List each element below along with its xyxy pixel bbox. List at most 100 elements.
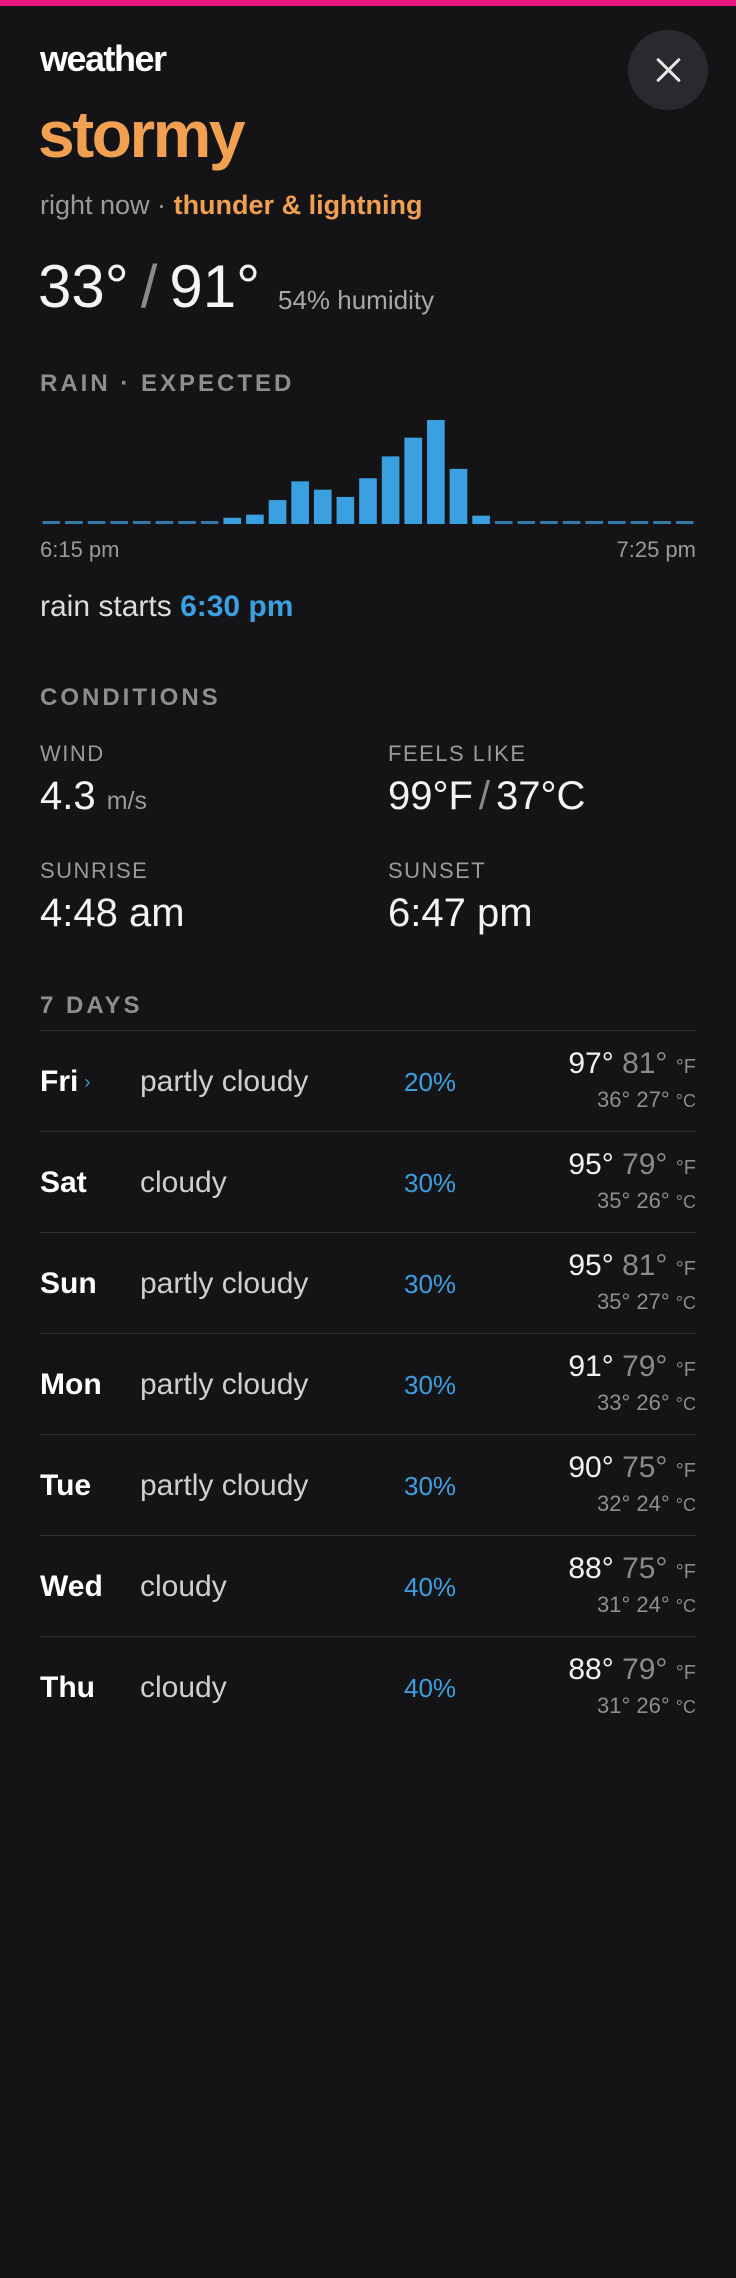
- forecast-row[interactable]: Sun partly cloudy 30% 95° 81° °F 35° 27°…: [40, 1232, 696, 1333]
- app-title: weather: [40, 38, 167, 79]
- forecast-precip-chance: 20%: [404, 1067, 457, 1097]
- rain-bar-empty: [540, 521, 558, 524]
- sunset-label: SUNSET: [388, 858, 487, 883]
- forecast-condition: cloudy: [140, 1166, 227, 1199]
- forecast-precip-chance: 30%: [404, 1370, 457, 1400]
- rain-start-label: 6:15 pm: [40, 537, 120, 562]
- rain-bar-empty: [653, 521, 671, 524]
- forecast-temps-c: 31° 26° °C: [597, 1693, 696, 1719]
- forecast-temps-f: 95° 81° °F: [568, 1249, 696, 1283]
- forecast-high-c: 35°: [596, 1188, 631, 1213]
- rain-bar: [336, 496, 355, 524]
- rain-bar-empty: [517, 521, 536, 524]
- forecast-high-c: 32°: [596, 1491, 631, 1516]
- forecast-low-c: 26°: [636, 1693, 670, 1718]
- forecast-unit-c: °C: [675, 1697, 696, 1717]
- forecast-temps-c: 33° 26° °C: [597, 1390, 696, 1416]
- forecast-row[interactable]: Thu cloudy 40% 88° 79° °F 31° 26° °C: [40, 1636, 696, 1737]
- forecast-day: Thu: [40, 1671, 95, 1704]
- forecast-section-title: 7 DAYS: [40, 992, 143, 1019]
- forecast-low-c: 27°: [636, 1289, 670, 1314]
- forecast-row[interactable]: Mon partly cloudy 30% 91° 79° °F 33° 26°…: [40, 1333, 696, 1434]
- forecast-condition: partly cloudy: [140, 1267, 309, 1300]
- forecast-unit-f: °F: [675, 1157, 696, 1179]
- forecast-temps-f: 90° 75° °F: [568, 1451, 696, 1485]
- rain-bar-empty: [110, 521, 128, 524]
- forecast-condition: partly cloudy: [140, 1469, 309, 1502]
- forecast-high-c: 36°: [596, 1087, 631, 1112]
- rain-bar: [291, 481, 309, 524]
- forecast-temps-f: 88° 75° °F: [568, 1552, 696, 1586]
- rain-end-label: 7:25 pm: [616, 537, 697, 562]
- rain-bar-empty: [585, 521, 604, 524]
- rain-chart: [42, 420, 694, 524]
- rain-starts-prefix: rain starts: [40, 590, 172, 623]
- rain-starts-time: 6:30 pm: [180, 590, 294, 623]
- forecast-precip-chance: 40%: [404, 1673, 457, 1703]
- forecast-high-c: 35°: [596, 1289, 631, 1314]
- forecast-unit-c: °C: [675, 1192, 696, 1212]
- forecast-high-f: 88°: [568, 1552, 614, 1585]
- feels-like-value: 99°F/37°C: [388, 774, 585, 819]
- forecast-high-f: 95°: [568, 1249, 614, 1282]
- forecast-low-f: 75°: [622, 1451, 668, 1484]
- rain-section-title: RAIN · EXPECTED: [40, 370, 295, 397]
- forecast-row[interactable]: Wed cloudy 40% 88° 75° °F 31° 24° °C: [40, 1535, 696, 1636]
- rain-bar: [404, 437, 423, 524]
- forecast-row[interactable]: Fri › partly cloudy 20% 97° 81° °F 36° 27…: [40, 1030, 696, 1131]
- rain-bar: [268, 500, 287, 524]
- forecast-unit-c: °C: [675, 1091, 696, 1111]
- rain-starts: rain starts 6:30 pm: [40, 590, 293, 624]
- rain-bar-empty: [42, 521, 61, 524]
- forecast-precip-chance: 30%: [404, 1269, 457, 1299]
- forecast-low-c: 26°: [636, 1188, 670, 1213]
- forecast-unit-f: °F: [675, 1561, 696, 1583]
- rain-bar-empty: [155, 521, 174, 524]
- rain-bar-empty: [675, 521, 694, 524]
- rain-bar: [472, 515, 490, 524]
- close-button[interactable]: [628, 30, 708, 110]
- forecast-temps-c: 32° 24° °C: [597, 1491, 696, 1517]
- feels-like-label: FEELS LIKE: [388, 741, 527, 766]
- forecast-low-f: 79°: [622, 1148, 668, 1181]
- forecast-high-f: 91°: [568, 1350, 614, 1383]
- forecast-unit-f: °F: [675, 1056, 696, 1078]
- forecast-low-c: 26°: [636, 1390, 670, 1415]
- temp-fahrenheit: 91°: [169, 253, 261, 320]
- forecast-unit-c: °C: [675, 1394, 696, 1414]
- forecast-unit-c: °C: [675, 1596, 696, 1616]
- forecast-row[interactable]: Sat cloudy 30% 95° 79° °F 35° 26° °C: [40, 1131, 696, 1232]
- forecast-unit-c: °C: [675, 1293, 696, 1313]
- forecast-high-f: 90°: [568, 1451, 614, 1484]
- now-prefix: right now ·: [40, 190, 167, 220]
- sunrise-value: 4:48 am: [40, 891, 185, 935]
- forecast-temps-c: 31° 24° °C: [597, 1592, 696, 1618]
- current-temperatures: 33°/91°: [38, 252, 260, 321]
- forecast-low-f: 79°: [622, 1653, 668, 1686]
- forecast-high-f: 97°: [568, 1047, 614, 1080]
- top-accent-bar: [0, 0, 736, 6]
- rain-bar: [313, 489, 332, 524]
- forecast-unit-f: °F: [675, 1359, 696, 1381]
- forecast-condition: cloudy: [140, 1570, 227, 1603]
- sunrise-label: SUNRISE: [40, 858, 149, 883]
- forecast-precip-chance: 30%: [404, 1168, 457, 1198]
- forecast-temps-f: 97° 81° °F: [568, 1047, 696, 1081]
- forecast-low-f: 79°: [622, 1350, 668, 1383]
- forecast-unit-f: °F: [675, 1662, 696, 1684]
- forecast-list: Fri › partly cloudy 20% 97° 81° °F 36° 27…: [40, 1030, 696, 1737]
- forecast-low-f: 75°: [622, 1552, 668, 1585]
- forecast-day: Fri ›: [40, 1065, 91, 1098]
- forecast-temps-c: 35° 27° °C: [597, 1289, 696, 1315]
- forecast-row[interactable]: Tue partly cloudy 30% 90° 75° °F 32° 24°…: [40, 1434, 696, 1535]
- rain-bar-empty: [608, 521, 626, 524]
- forecast-low-f: 81°: [622, 1249, 668, 1282]
- feels-like-f: 99°F: [388, 774, 473, 818]
- forecast-day: Wed: [40, 1570, 103, 1603]
- forecast-low-c: 27°: [636, 1087, 670, 1112]
- forecast-condition: cloudy: [140, 1671, 227, 1704]
- now-description: thunder & lightning: [173, 190, 423, 220]
- wind-speed: 4.3: [40, 774, 96, 818]
- forecast-day: Sun: [40, 1267, 97, 1300]
- forecast-precip-chance: 40%: [404, 1572, 457, 1602]
